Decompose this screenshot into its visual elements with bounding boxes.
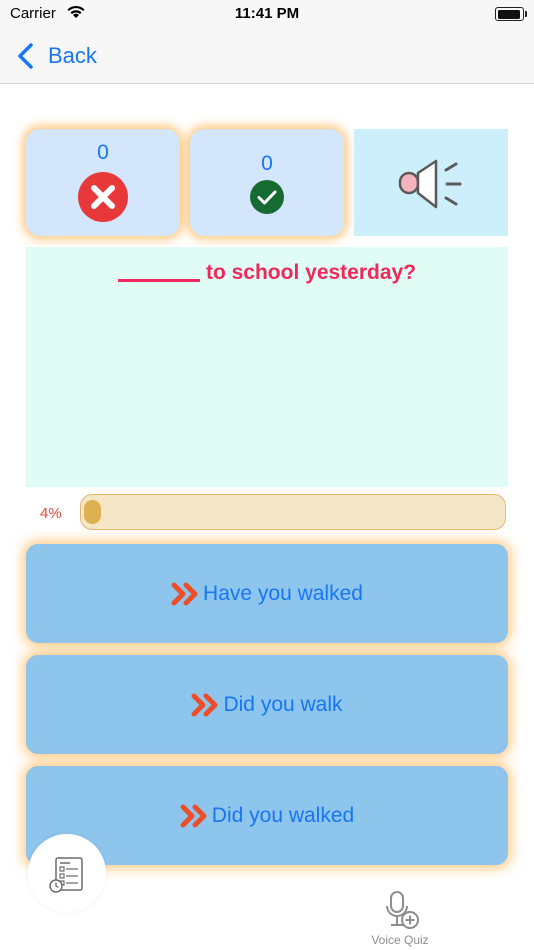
question-text: to school yesterday? (205, 261, 417, 284)
answer-option-2[interactable]: Did you walk (26, 655, 508, 754)
chevron-left-icon (18, 43, 33, 69)
right-count: 0 (261, 152, 273, 175)
speaker-icon (398, 159, 462, 209)
check-circle-icon (250, 180, 284, 214)
answer-option-1[interactable]: Have you walked (26, 544, 508, 643)
answer-label: Did you walked (211, 803, 355, 827)
play-audio-button[interactable] (354, 129, 508, 236)
clock: 11:41 PM (234, 5, 300, 22)
answer-label: Did you walk (223, 692, 343, 716)
right-score-card: 0 (190, 129, 344, 236)
voice-quiz-tab[interactable]: Voice Quiz (360, 888, 440, 948)
double-chevron-right-icon (171, 582, 198, 605)
back-button[interactable]: Back (14, 40, 97, 72)
microphone-plus-icon (386, 891, 419, 929)
navigation-bar: Back (0, 30, 534, 84)
status-bar: Carrier 11:41 PM (0, 0, 534, 30)
wrong-count: 0 (97, 141, 109, 164)
progress-bar (80, 494, 506, 530)
battery-icon (495, 7, 527, 21)
wrong-score-card: 0 (26, 129, 180, 236)
double-chevron-right-icon (191, 693, 218, 716)
quiz-sheet-icon (49, 857, 83, 893)
x-circle-icon (78, 172, 128, 222)
quiz-tab-button[interactable] (28, 834, 106, 912)
back-label: Back (48, 43, 97, 68)
voice-quiz-label: Voice Quiz (371, 933, 429, 947)
question-line: to school yesterday? (26, 259, 508, 285)
question-panel: to school yesterday? (26, 247, 508, 487)
answer-blank (117, 259, 200, 282)
double-chevron-right-icon (180, 804, 207, 827)
answer-label: Have you walked (203, 581, 363, 605)
progress-fill (84, 500, 101, 524)
progress-label: 4% (40, 505, 62, 522)
